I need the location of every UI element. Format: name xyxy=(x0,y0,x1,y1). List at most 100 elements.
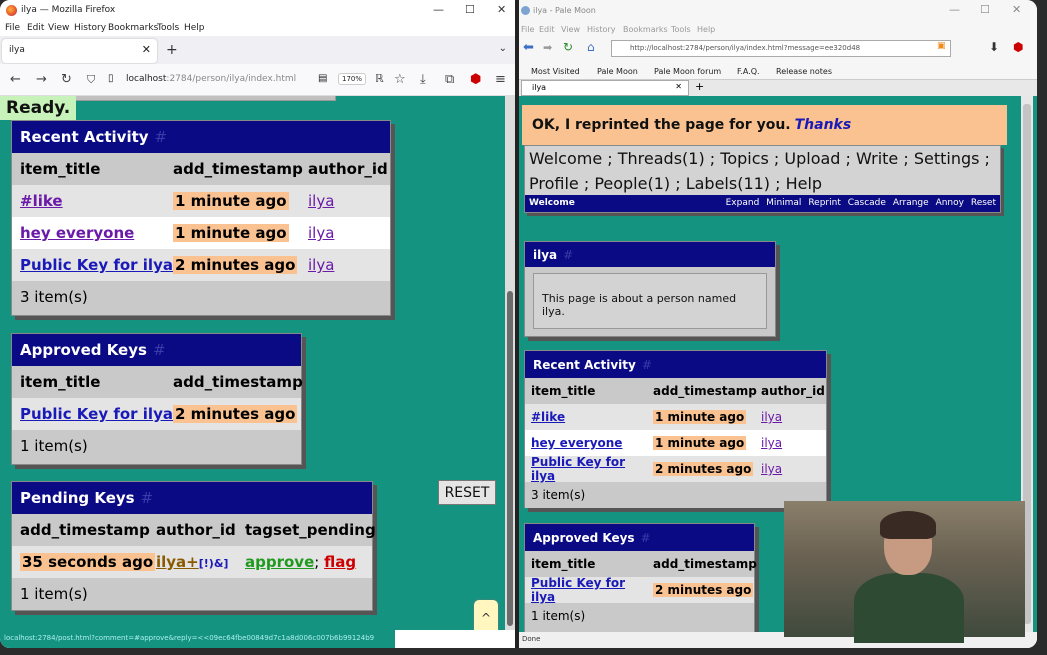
col-item-title[interactable]: item_title xyxy=(531,557,653,571)
col-author-id[interactable]: author_id xyxy=(761,384,825,398)
back-icon[interactable]: ← xyxy=(10,72,21,87)
menu-help[interactable]: Help xyxy=(697,25,715,34)
extension-icon[interactable]: ⧉ xyxy=(445,72,454,87)
thanks-link[interactable]: Thanks xyxy=(795,117,852,133)
author-link[interactable]: ilya xyxy=(308,224,334,242)
panel-hash[interactable]: # xyxy=(563,248,573,262)
menu-bookmarks[interactable]: Bookmarks xyxy=(108,23,158,33)
item-link[interactable]: #like xyxy=(20,192,173,210)
new-tab-icon[interactable]: + xyxy=(695,80,704,93)
ublock-icon[interactable]: ⬢ xyxy=(1013,40,1023,54)
col-author-id[interactable]: author_id xyxy=(156,521,245,539)
rss-icon[interactable]: ▣ xyxy=(937,41,946,51)
item-link[interactable]: hey everyone xyxy=(20,224,173,242)
item-link[interactable]: Public Key for ilya xyxy=(531,455,653,483)
scrollbar[interactable] xyxy=(505,96,515,630)
back-icon[interactable]: ⬅ xyxy=(523,40,534,55)
author-flags[interactable]: [!)&] xyxy=(199,557,229,570)
menu-history[interactable]: History xyxy=(74,23,106,33)
tab-close-icon[interactable]: ✕ xyxy=(142,43,151,56)
menu-tools[interactable]: Tools xyxy=(671,25,691,34)
chevron-down-icon[interactable]: ⌄ xyxy=(499,43,507,54)
tab-ilya[interactable]: ilya ✕ xyxy=(521,80,689,96)
cascade-link[interactable]: Cascade xyxy=(848,198,886,208)
reload-icon[interactable]: ↻ xyxy=(563,40,573,54)
author-link[interactable]: ilya+ xyxy=(156,553,199,571)
zoom-badge[interactable]: 170% xyxy=(338,73,367,85)
tab-ilya[interactable]: ilya ✕ xyxy=(2,39,157,63)
arrange-link[interactable]: Arrange xyxy=(893,198,929,208)
col-author-id[interactable]: author_id xyxy=(308,160,388,178)
minimize-icon[interactable]: — xyxy=(949,3,960,16)
col-add-timestamp[interactable]: add_timestamp xyxy=(173,160,308,178)
rss-icon[interactable]: ℝ xyxy=(375,72,384,85)
minimal-link[interactable]: Minimal xyxy=(766,198,801,208)
maximize-icon[interactable]: ☐ xyxy=(980,3,990,16)
close-icon[interactable]: ✕ xyxy=(497,3,506,16)
forward-icon[interactable]: → xyxy=(36,72,47,87)
author-link[interactable]: ilya xyxy=(761,462,782,476)
site-menu-line2[interactable]: Profile ; People(1) ; Labels(11) ; Help xyxy=(525,171,1000,196)
item-link[interactable]: Public Key for ilya xyxy=(20,405,173,423)
author-link[interactable]: ilya xyxy=(308,256,334,274)
col-item-title[interactable]: item_title xyxy=(531,384,653,398)
url-bar[interactable]: ▯ localhost:2784/person/ilya/index.html … xyxy=(104,70,371,90)
ublock-icon[interactable]: ⬢ xyxy=(470,72,481,87)
download-icon[interactable]: ⬇ xyxy=(989,40,999,54)
reader-icon[interactable]: ▤ xyxy=(318,73,327,84)
scroll-up-button[interactable]: ^ xyxy=(474,600,498,630)
author-link[interactable]: ilya xyxy=(308,192,334,210)
panel-hash[interactable]: # xyxy=(641,531,651,545)
site-menu-line1[interactable]: Welcome ; Threads(1) ; Topics ; Upload ;… xyxy=(525,146,1000,171)
welcome-label[interactable]: Welcome xyxy=(529,198,575,208)
new-tab-icon[interactable]: + xyxy=(166,42,178,58)
minimize-icon[interactable]: — xyxy=(433,3,444,16)
maximize-icon[interactable]: ☐ xyxy=(465,3,475,16)
menu-help[interactable]: Help xyxy=(184,23,205,33)
menu-edit[interactable]: Edit xyxy=(27,23,44,33)
reset-link[interactable]: Reset xyxy=(971,198,996,208)
scrollbar-thumb[interactable] xyxy=(507,291,513,626)
panel-hash[interactable]: # xyxy=(642,358,652,372)
reset-button[interactable]: RESET xyxy=(438,480,496,505)
menu-tools[interactable]: Tools xyxy=(157,23,179,33)
col-add-timestamp[interactable]: add_timestamp xyxy=(653,557,757,571)
flag-link[interactable]: flag xyxy=(324,553,356,571)
expand-link[interactable]: Expand xyxy=(726,198,760,208)
annoy-link[interactable]: Annoy xyxy=(936,198,964,208)
url-bar[interactable]: http://localhost:2784/person/ilya/index.… xyxy=(611,40,951,57)
shield-icon[interactable]: ⛉ xyxy=(87,73,95,87)
item-link[interactable]: hey everyone xyxy=(531,436,653,450)
menu-edit[interactable]: Edit xyxy=(539,25,555,34)
author-link[interactable]: ilya xyxy=(761,436,782,450)
approve-link[interactable]: approve xyxy=(245,553,314,571)
item-link[interactable]: Public Key for ilya xyxy=(531,576,653,604)
panel-hash[interactable]: # xyxy=(141,489,154,507)
tab-close-icon[interactable]: ✕ xyxy=(675,82,682,91)
star-icon[interactable]: ☆ xyxy=(394,72,406,87)
item-link[interactable]: Public Key for ilya xyxy=(20,256,173,274)
panel-hash[interactable]: # xyxy=(155,128,168,146)
menu-file[interactable]: File xyxy=(5,23,20,33)
col-add-timestamp[interactable]: add_timestamp xyxy=(173,373,303,391)
bookmark-faq[interactable]: F.A.Q. xyxy=(737,67,760,76)
col-tagset-pending[interactable]: tagset_pending xyxy=(245,521,376,539)
download-icon[interactable]: ⤓ xyxy=(420,72,426,87)
menu-history[interactable]: History xyxy=(587,25,615,34)
menu-file[interactable]: File xyxy=(521,25,534,34)
home-icon[interactable]: ⌂ xyxy=(587,40,595,54)
item-link[interactable]: #like xyxy=(531,410,653,424)
menu-view[interactable]: View xyxy=(561,25,580,34)
panel-hash[interactable]: # xyxy=(153,341,166,359)
forward-icon[interactable]: ➡ xyxy=(543,41,552,54)
menu-bookmarks[interactable]: Bookmarks xyxy=(623,25,668,34)
col-add-timestamp[interactable]: add_timestamp xyxy=(653,384,761,398)
hamburger-icon[interactable]: ≡ xyxy=(495,72,506,87)
reprint-link[interactable]: Reprint xyxy=(808,198,841,208)
col-item-title[interactable]: item_title xyxy=(20,373,173,391)
bookmark-most-visited[interactable]: Most Visited xyxy=(531,67,580,76)
col-add-timestamp[interactable]: add_timestamp xyxy=(20,521,156,539)
author-link[interactable]: ilya xyxy=(761,410,782,424)
bookmark-release-notes[interactable]: Release notes xyxy=(776,67,832,76)
col-item-title[interactable]: item_title xyxy=(20,160,173,178)
